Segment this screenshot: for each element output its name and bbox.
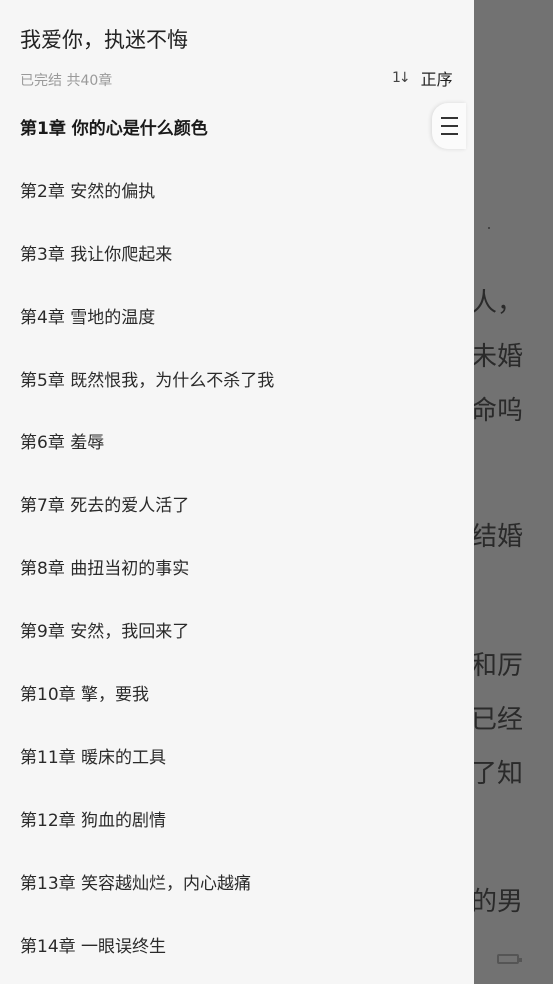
fast-scroll-handle[interactable] <box>432 103 466 149</box>
chapter-item[interactable]: 第14章 一眼误终生 <box>0 916 474 979</box>
sort-order-icon: 1↓ <box>392 70 411 86</box>
chapter-item[interactable]: 第3章 我让你爬起来 <box>0 224 474 287</box>
chapter-item[interactable]: 第7章 死去的爱人活了 <box>0 475 474 538</box>
book-title: 我爱你，执迷不悔 <box>20 28 188 52</box>
chapter-item[interactable]: 第5章 既然恨我，为什么不杀了我 <box>0 350 474 413</box>
chapter-item[interactable]: 第11章 暖床的工具 <box>0 727 474 790</box>
chapter-drawer: 我爱你，执迷不悔 已完结 共40章 1↓ 正序 第1章 你的心是什么颜色 第2章… <box>0 0 474 984</box>
chapter-item[interactable]: 第13章 笑容越灿烂，内心越痛 <box>0 853 474 916</box>
sort-order-toggle[interactable]: 1↓ 正序 <box>392 66 453 90</box>
book-status: 已完结 共40章 <box>20 73 113 89</box>
chapter-list: 第1章 你的心是什么颜色 第2章 安然的偏执 第3章 我让你爬起来 第4章 雪地… <box>0 98 474 978</box>
chapter-item[interactable]: 第9章 安然，我回来了 <box>0 601 474 664</box>
chapter-item[interactable]: 第12章 狗血的剧情 <box>0 790 474 853</box>
reader-dot <box>488 227 490 229</box>
chapter-item[interactable]: 第4章 雪地的温度 <box>0 287 474 350</box>
menu-icon <box>441 115 458 137</box>
chapter-item[interactable]: 第2章 安然的偏执 <box>0 161 474 224</box>
sort-order-label: 正序 <box>420 70 453 89</box>
chapter-item[interactable]: 第6章 羞辱 <box>0 412 474 475</box>
chapter-item[interactable]: 第10章 擎，要我 <box>0 664 474 727</box>
chapter-item[interactable]: 第1章 你的心是什么颜色 <box>0 98 474 161</box>
battery-icon <box>497 954 522 964</box>
chapter-item[interactable]: 第8章 曲扭当初的事实 <box>0 538 474 601</box>
